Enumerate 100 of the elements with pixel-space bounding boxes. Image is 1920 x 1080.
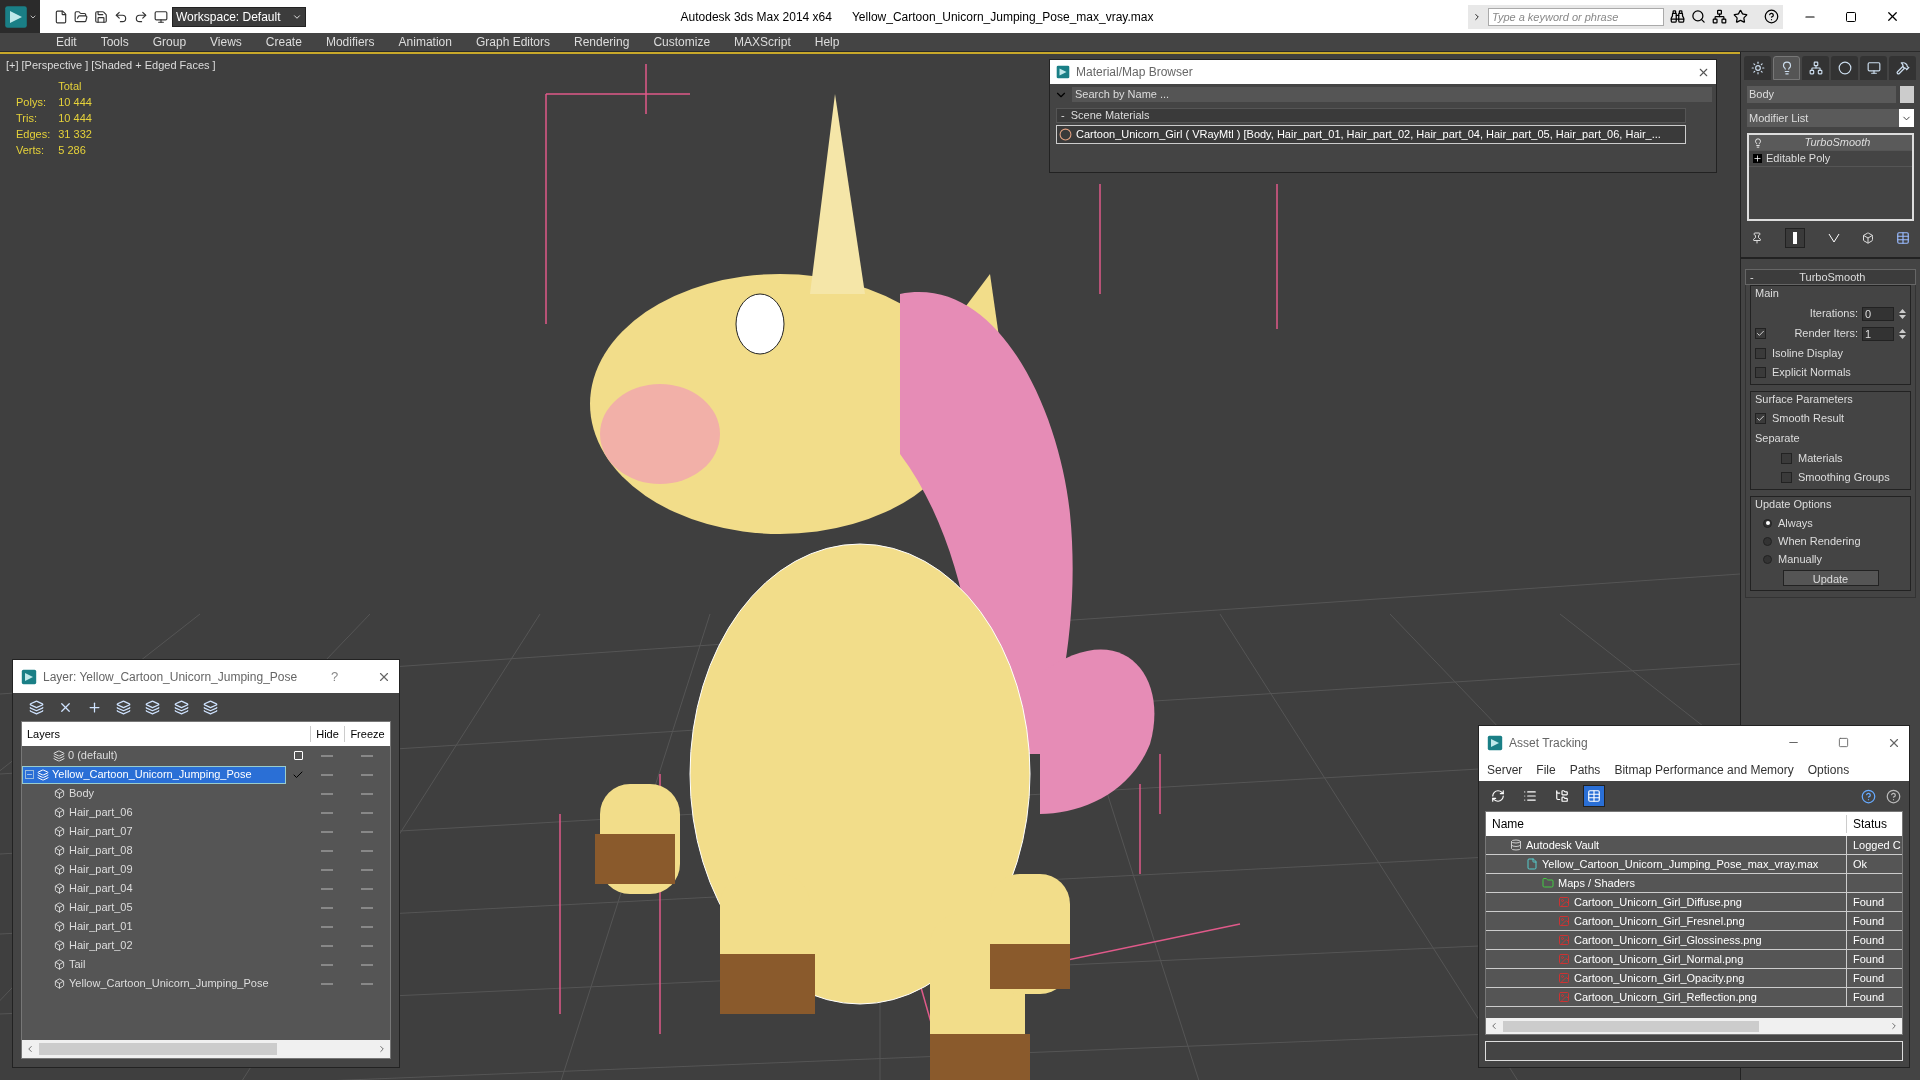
spinner-field[interactable]: 0 — [1862, 306, 1894, 321]
checkbox[interactable] — [1781, 471, 1792, 483]
create-tab[interactable] — [1744, 56, 1771, 80]
make-unique-icon[interactable] — [1827, 232, 1840, 244]
scroll-right-icon[interactable] — [1889, 1021, 1899, 1031]
menu-item[interactable]: Graph Editors — [475, 33, 550, 51]
spinner-field[interactable]: 1 — [1862, 326, 1894, 341]
object-name[interactable]: Hair_part_01 — [69, 918, 133, 935]
select-objects-icon[interactable] — [116, 699, 131, 715]
material-item[interactable]: Cartoon_Unicorn_Girl ( VRayMtl ) [Body, Hair_part_01, Hair_part_02, Hair_part_04, Hair_part_05, Hair_part_06, Hair_... — [1056, 125, 1686, 144]
app-menu-button[interactable] — [0, 0, 40, 33]
menu-item[interactable]: Group — [152, 33, 187, 51]
menu-item[interactable]: Customize — [653, 33, 711, 51]
search-icon[interactable] — [1691, 9, 1706, 24]
group-header[interactable]: - Scene Materials — [1056, 108, 1686, 123]
viewport-label[interactable]: [Shaded + Edged Faces ] — [91, 57, 216, 74]
collapse-toggle-icon[interactable] — [25, 770, 34, 779]
checkbox[interactable] — [1755, 366, 1766, 378]
binoculars-icon[interactable] — [1670, 9, 1685, 24]
object-name[interactable]: Hair_part_07 — [69, 823, 133, 840]
table-view-button[interactable] — [1583, 785, 1605, 807]
radio-button[interactable] — [1763, 536, 1772, 546]
expand-icon[interactable] — [1753, 154, 1762, 163]
remove-modifier-icon[interactable] — [1861, 232, 1874, 244]
hierarchy-tab[interactable] — [1802, 56, 1829, 80]
undo-icon[interactable] — [114, 9, 128, 24]
help-icon[interactable] — [1764, 9, 1779, 24]
menu-item[interactable]: Modifiers — [325, 33, 375, 51]
menu-item[interactable]: Help — [814, 33, 840, 51]
checkbox-label[interactable]: Materials — [1798, 449, 1843, 467]
object-color-swatch[interactable] — [1900, 86, 1914, 103]
column-header[interactable]: Layers — [22, 725, 286, 743]
freeze-layers-icon[interactable] — [203, 699, 218, 715]
layer-row[interactable]: 0 (default) — [22, 746, 286, 765]
checkbox[interactable] — [1755, 347, 1766, 359]
spinner-arrows-icon[interactable] — [1898, 326, 1906, 341]
workspace-dropdown[interactable]: Workspace: Default — [172, 6, 306, 27]
redo-icon[interactable] — [134, 9, 148, 24]
modifier-stack-item[interactable]: Editable Poly — [1749, 151, 1912, 167]
scroll-right-icon[interactable] — [377, 1044, 387, 1054]
object-name-field[interactable]: Body — [1747, 86, 1896, 103]
menu-item[interactable]: Tools — [100, 33, 129, 51]
asset-name[interactable]: Maps / Shaders — [1558, 874, 1636, 892]
checkbox[interactable] — [1755, 413, 1766, 424]
network-icon[interactable] — [1712, 9, 1727, 24]
help-button[interactable]: ? — [331, 666, 371, 687]
viewport-label[interactable]: [Perspective ] — [21, 57, 89, 74]
column-header[interactable]: Freeze — [344, 725, 390, 743]
menu-item[interactable]: Rendering — [574, 33, 630, 51]
motion-tab[interactable] — [1831, 56, 1858, 80]
checkbox-label[interactable]: Smoothing Groups — [1798, 468, 1890, 486]
menu-item[interactable]: Views — [210, 33, 242, 51]
star-icon[interactable] — [1733, 9, 1748, 24]
asset-name[interactable]: Cartoon_Unicorn_Girl_Diffuse.png — [1574, 893, 1742, 911]
menu-item[interactable]: Animation — [398, 33, 452, 51]
search-field[interactable]: Type a keyword or phrase — [1488, 7, 1664, 26]
configure-sets-icon[interactable] — [1896, 231, 1910, 245]
object-name[interactable]: Tail — [69, 956, 86, 973]
horizontal-scrollbar[interactable] — [22, 1040, 390, 1058]
scroll-left-icon[interactable] — [1489, 1021, 1499, 1031]
maximize-icon[interactable] — [1845, 10, 1857, 23]
radio-label[interactable]: Always — [1778, 514, 1813, 532]
radio-label[interactable]: Manually — [1778, 550, 1823, 568]
lightbulb-icon[interactable] — [1753, 137, 1763, 148]
new-file-icon[interactable] — [54, 9, 68, 24]
new-layer-icon[interactable] — [29, 699, 44, 715]
add-icon[interactable] — [87, 699, 102, 715]
utilities-tab[interactable] — [1889, 56, 1916, 80]
checkbox-label[interactable]: Explicit Normals — [1772, 363, 1851, 381]
display-tab[interactable] — [1860, 56, 1887, 80]
asset-name[interactable]: Autodesk Vault — [1526, 836, 1600, 854]
checkbox[interactable] — [1755, 328, 1766, 339]
menu-item[interactable]: Server — [1487, 761, 1523, 779]
select-layer-icon[interactable] — [145, 699, 160, 715]
menu-item[interactable]: Paths — [1569, 761, 1601, 779]
save-icon[interactable] — [94, 9, 108, 24]
object-name[interactable]: Hair_part_08 — [69, 842, 133, 859]
show-end-result-button[interactable] — [1785, 228, 1806, 248]
modifier-stack-item[interactable]: TurboSmooth — [1749, 135, 1912, 151]
pin-icon[interactable] — [1751, 232, 1763, 244]
object-name[interactable]: Yellow_Cartoon_Unicorn_Jumping_Pose — [69, 975, 269, 992]
horizontal-scrollbar[interactable] — [1486, 1018, 1902, 1034]
radio-button[interactable] — [1763, 554, 1772, 564]
project-icon[interactable] — [154, 9, 168, 24]
column-header[interactable]: Status — [1846, 815, 1902, 833]
object-name[interactable]: Body — [69, 785, 95, 802]
column-header[interactable]: Hide — [310, 725, 344, 743]
menu-item[interactable]: File — [1536, 761, 1556, 779]
modifier-list-dropdown[interactable]: Modifier List — [1747, 109, 1914, 127]
radio-button[interactable] — [1763, 518, 1772, 528]
spinner-arrows-icon[interactable] — [1898, 306, 1906, 321]
radio-label[interactable]: When Rendering — [1778, 532, 1861, 550]
object-name[interactable]: Hair_part_05 — [69, 899, 133, 916]
checkbox-label[interactable]: Isoline Display — [1772, 344, 1843, 362]
modify-tab[interactable] — [1773, 56, 1800, 80]
menu-item[interactable]: Options — [1807, 761, 1850, 779]
layer-row[interactable]: Yellow_Cartoon_Unicorn_Jumping_Pose — [22, 765, 286, 784]
checkbox[interactable] — [1781, 452, 1792, 464]
checkbox-label[interactable]: Smooth Result — [1772, 410, 1845, 427]
close-icon[interactable] — [1885, 9, 1900, 24]
